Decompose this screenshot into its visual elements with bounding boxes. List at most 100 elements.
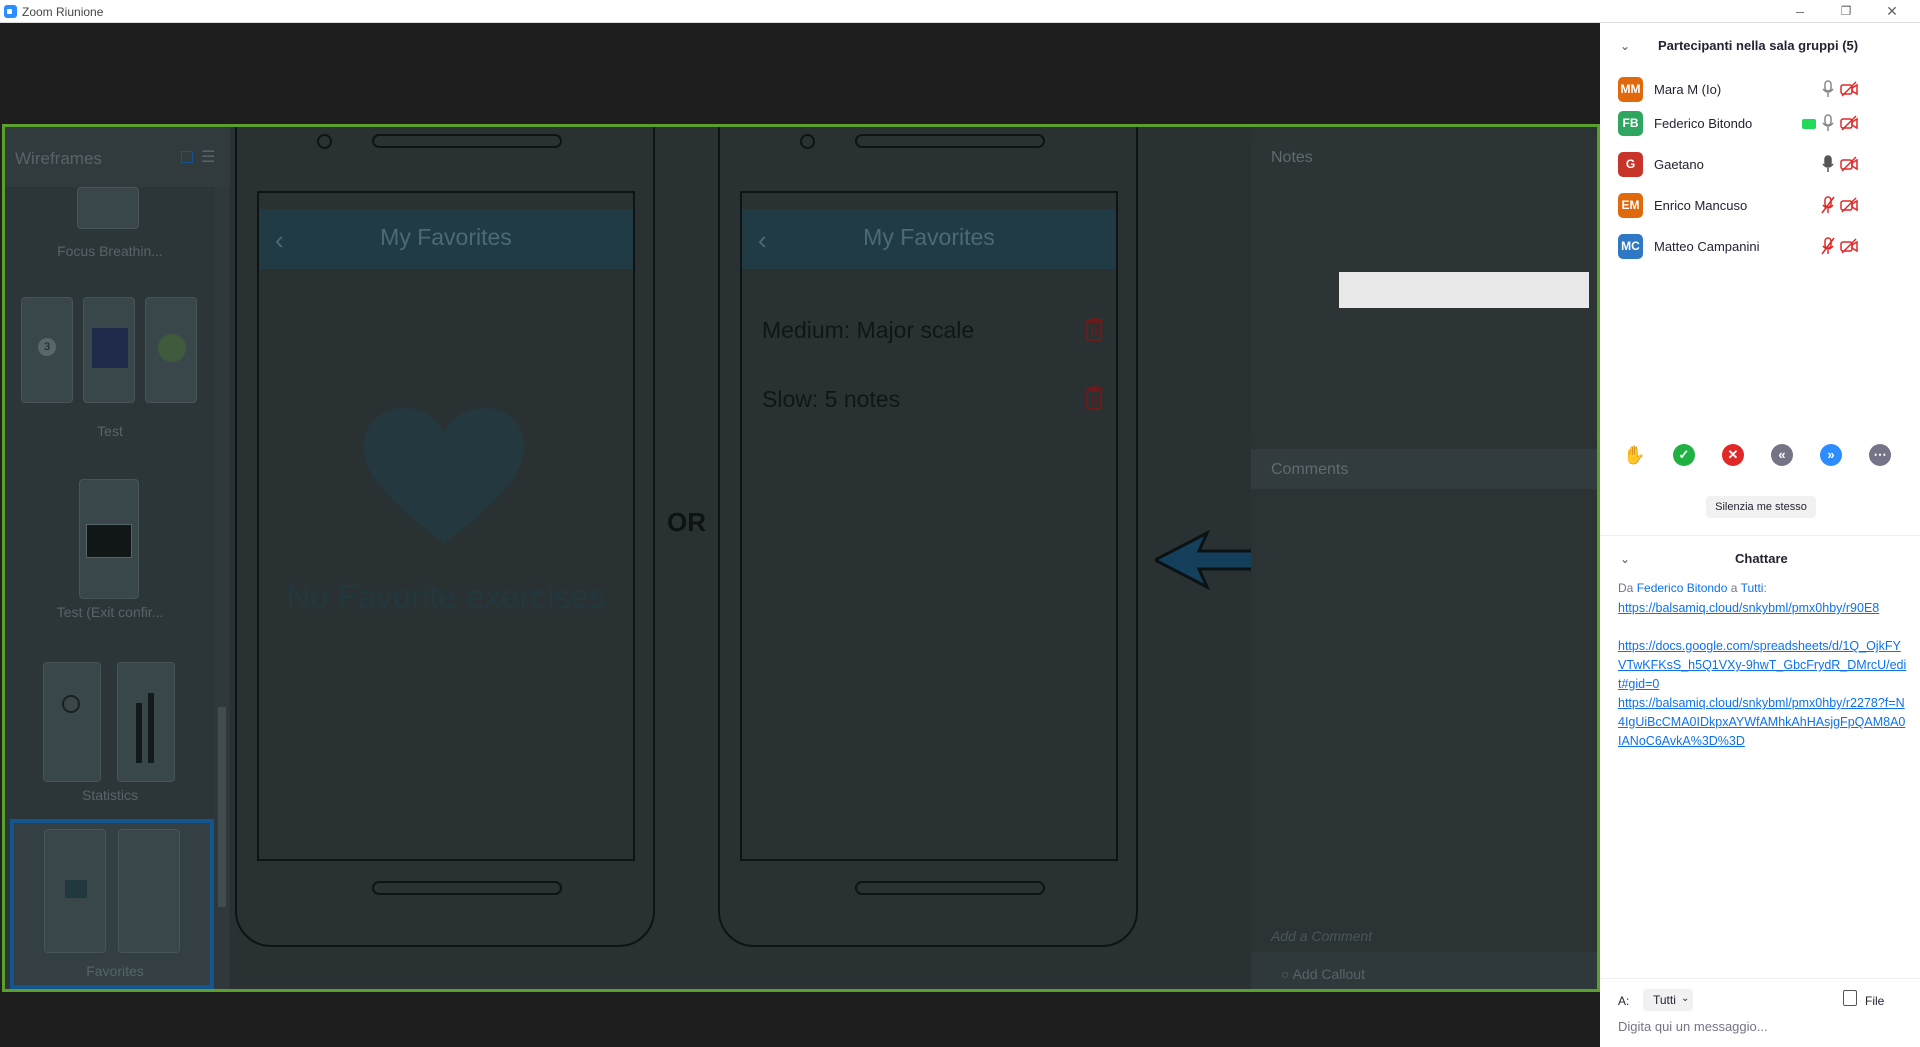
wireframe-label-test[interactable]: Test <box>5 423 215 439</box>
minimize-button[interactable]: – <box>1782 0 1818 23</box>
arrow-callout-icon <box>1155 529 1255 591</box>
thumbnail-focus-breathing[interactable] <box>77 187 139 229</box>
colon: : <box>1763 581 1767 595</box>
to-label: A: <box>1618 994 1630 1008</box>
thumbnail-test-2[interactable] <box>83 297 135 403</box>
restore-button[interactable]: ❐ <box>1828 0 1864 23</box>
shared-content[interactable]: Wireframes ☰ Focus Breathin... 3 Test Te… <box>2 124 1600 992</box>
phone-home-button-2 <box>855 881 1045 895</box>
chat-meta: Da Federico Bitondo a Tutti: <box>1618 581 1767 595</box>
thumb-face <box>62 695 80 713</box>
phone-frame-2: ‹ My Favorites Medium: Major scale Slow:… <box>718 127 1138 947</box>
chat-link[interactable]: https://docs.google.com/spreadsheets/d/1… <box>1618 637 1908 694</box>
divider <box>1600 978 1920 979</box>
thumb-heart <box>65 880 87 898</box>
thumbnail-statistics-1[interactable] <box>43 662 101 782</box>
collapse-chat-icon[interactable]: ⌄ <box>1620 552 1630 566</box>
thumbnail-favorites-1 <box>44 829 106 953</box>
add-comment-input[interactable]: Add a Comment <box>1271 928 1372 944</box>
phone-screen-1: ‹ My Favorites No Favorite exercises <box>257 191 635 861</box>
notes-title: Notes <box>1271 149 1313 166</box>
scrollbar-thumb[interactable] <box>218 707 226 907</box>
thumbnail-test-1[interactable]: 3 <box>21 297 73 403</box>
thumb-screen <box>92 328 128 368</box>
thumbnail-test-3[interactable] <box>145 297 197 403</box>
video-off-icon[interactable] <box>1840 197 1858 213</box>
microphone-icon[interactable] <box>1821 114 1835 132</box>
microphone-icon[interactable] <box>1821 80 1835 98</box>
comments-header: Comments <box>1251 449 1597 489</box>
wireframes-title: Wireframes <box>15 149 102 168</box>
thumb-bar-2 <box>148 693 154 763</box>
heart-icon <box>364 408 524 543</box>
close-button[interactable]: ✕ <box>1874 0 1910 23</box>
recipient-dropdown[interactable]: Tutti ⌄ <box>1643 989 1693 1011</box>
wireframes-header: Wireframes ☰ <box>5 127 230 187</box>
thumb-dialog <box>86 524 132 558</box>
chat-link[interactable]: https://balsamiq.cloud/snkybml/pmx0hby/r… <box>1618 599 1908 618</box>
wireframe-label-test-exit[interactable]: Test (Exit confir... <box>5 604 215 620</box>
thumbnail-statistics-2[interactable] <box>117 662 175 782</box>
trash-icon-2[interactable] <box>1084 386 1104 410</box>
avatar: MC <box>1618 234 1643 259</box>
chevron-down-icon: ⌄ <box>1681 993 1690 1004</box>
notes-panel: Notes Comments Add a Comment ○ Add Callo… <box>1251 127 1597 989</box>
thumb-number: 3 <box>38 338 56 356</box>
avatar: MM <box>1618 77 1643 102</box>
file-button[interactable]: File <box>1865 994 1884 1008</box>
microphone-icon[interactable] <box>1821 155 1835 173</box>
zoom-logo-icon <box>4 5 17 18</box>
go-slower-icon[interactable]: « <box>1771 444 1793 466</box>
video-off-icon[interactable] <box>1840 81 1858 97</box>
video-off-icon[interactable] <box>1840 238 1858 254</box>
yes-icon[interactable]: ✓ <box>1673 444 1695 466</box>
participant-name: Matteo Campanini <box>1654 239 1760 254</box>
window-title: Zoom Riunione <box>22 5 104 19</box>
microphone-muted-icon[interactable] <box>1821 196 1835 214</box>
participant-name: Gaetano <box>1654 157 1704 172</box>
avatar: FB <box>1618 111 1643 136</box>
wireframe-label-statistics[interactable]: Statistics <box>5 787 215 803</box>
participant-row[interactable]: FB Federico Bitondo <box>1618 109 1918 139</box>
or-label: OR <box>667 507 706 537</box>
go-faster-icon[interactable]: » <box>1820 444 1842 466</box>
participants-title: Partecipanti nella sala gruppi (5) <box>1658 38 1859 53</box>
app-bar-1: ‹ My Favorites <box>259 209 633 269</box>
selected-wireframe-favorites[interactable]: Favorites <box>10 819 214 989</box>
collapse-participants-icon[interactable]: ⌄ <box>1620 39 1630 53</box>
recipient-name[interactable]: Tutti <box>1741 581 1764 595</box>
no-icon[interactable]: ✕ <box>1722 444 1744 466</box>
avatar: G <box>1618 152 1643 177</box>
participant-row[interactable]: MC Matteo Campanini <box>1618 232 1918 262</box>
wireframes-panel: Wireframes ☰ Focus Breathin... 3 Test Te… <box>5 127 230 989</box>
sender-name[interactable]: Federico Bitondo <box>1637 581 1728 595</box>
thumbnail-test-exit[interactable] <box>79 479 139 599</box>
wireframe-label-focus[interactable]: Focus Breathin... <box>5 243 215 259</box>
participant-row[interactable]: EM Enrico Mancuso <box>1618 191 1918 221</box>
favorite-item-2[interactable]: Slow: 5 notes <box>762 386 900 413</box>
list-view-icon[interactable]: ☰ <box>201 147 215 167</box>
panel-scrollbar[interactable] <box>215 187 229 989</box>
video-off-icon[interactable] <box>1840 156 1858 172</box>
favorite-item-1[interactable]: Medium: Major scale <box>762 317 974 344</box>
raise-hand-icon[interactable]: ✋ <box>1623 444 1645 466</box>
thumb-bar-1 <box>136 703 142 763</box>
file-icon[interactable] <box>1843 990 1857 1006</box>
phone-home-button <box>372 881 562 895</box>
message-input[interactable]: Digita qui un messaggio... <box>1618 1019 1908 1034</box>
chat-title: Chattare <box>1735 551 1788 566</box>
chat-link[interactable]: https://balsamiq.cloud/snkybml/pmx0hby/r… <box>1618 694 1908 751</box>
callout-icon: ○ <box>1281 966 1293 982</box>
microphone-muted-icon[interactable] <box>1821 237 1835 255</box>
participant-row[interactable]: MM Mara M (Io) <box>1618 75 1918 105</box>
add-callout-label: Add Callout <box>1292 966 1365 982</box>
video-off-icon[interactable] <box>1840 115 1858 131</box>
add-callout-button[interactable]: ○ Add Callout <box>1281 966 1365 982</box>
trash-icon[interactable] <box>1084 317 1104 341</box>
grid-view-icon[interactable] <box>181 151 193 163</box>
mute-me-button[interactable]: Silenzia me stesso <box>1706 496 1816 518</box>
thumb-circle <box>158 334 186 362</box>
participant-row[interactable]: G Gaetano <box>1618 150 1918 180</box>
more-icon[interactable]: ⋯ <box>1869 444 1891 466</box>
avatar: EM <box>1618 193 1643 218</box>
